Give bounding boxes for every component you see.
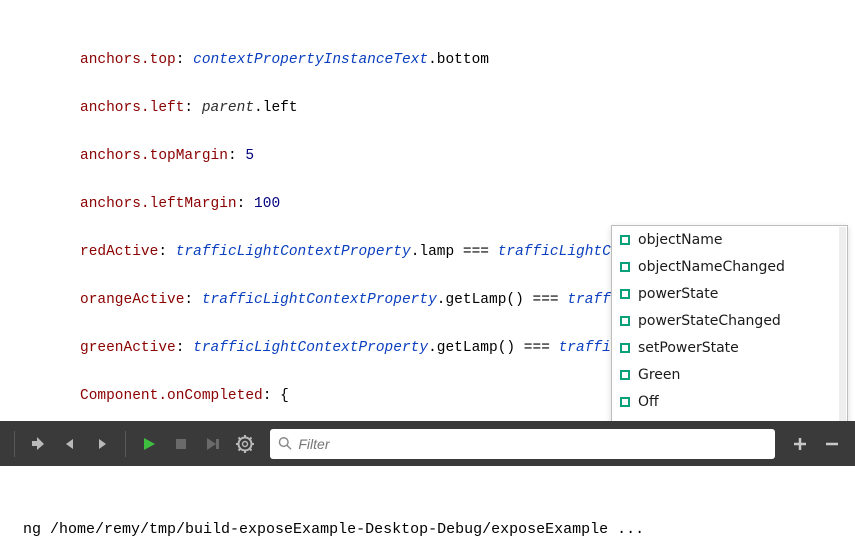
toolbar-separator	[125, 431, 126, 457]
autocomplete-item[interactable]: objectName	[612, 226, 847, 253]
stop-button[interactable]	[168, 431, 194, 457]
step-forward-button[interactable]	[89, 431, 115, 457]
search-icon	[278, 436, 292, 451]
autocomplete-label: Green	[638, 367, 680, 383]
settings-button[interactable]	[232, 431, 258, 457]
member-icon	[620, 370, 630, 380]
code-line: anchors.topMargin: 5	[0, 144, 855, 168]
filter-input[interactable]	[298, 436, 767, 452]
autocomplete-label: objectName	[638, 232, 722, 248]
autocomplete-item[interactable]: objectNameChanged	[612, 253, 847, 280]
code-line: anchors.left: parent.left	[0, 96, 855, 120]
output-line: ng /home/remy/tmp/build-exposeExample-De…	[23, 521, 644, 538]
toolbar-separator	[14, 431, 15, 457]
member-icon	[620, 289, 630, 299]
restart-button[interactable]	[25, 431, 51, 457]
autocomplete-label: setPowerState	[638, 340, 739, 356]
autocomplete-item[interactable]: setPowerState	[612, 334, 847, 361]
zoom-in-button[interactable]	[787, 431, 813, 457]
member-icon	[620, 343, 630, 353]
member-icon	[620, 397, 630, 407]
filter-field-wrap	[270, 429, 775, 459]
autocomplete-label: objectNameChanged	[638, 259, 785, 275]
member-icon	[620, 316, 630, 326]
autocomplete-label: powerStateChanged	[638, 313, 781, 329]
autocomplete-item[interactable]: powerState	[612, 280, 847, 307]
member-icon	[620, 262, 630, 272]
output-panel[interactable]: ng /home/remy/tmp/build-exposeExample-De…	[0, 466, 855, 536]
attach-button[interactable]	[200, 431, 226, 457]
autocomplete-item[interactable]: Off	[612, 388, 847, 415]
autocomplete-label: powerState	[638, 286, 718, 302]
code-line: anchors.leftMargin: 100	[0, 192, 855, 216]
autocomplete-item[interactable]: powerStateChanged	[612, 307, 847, 334]
member-icon	[620, 235, 630, 245]
step-back-button[interactable]	[57, 431, 83, 457]
code-line: anchors.top: contextPropertyInstanceText…	[0, 48, 855, 72]
run-button[interactable]	[136, 431, 162, 457]
output-toolbar	[0, 421, 855, 466]
autocomplete-label: Off	[638, 394, 659, 410]
zoom-out-button[interactable]	[819, 431, 845, 457]
autocomplete-item[interactable]: Green	[612, 361, 847, 388]
